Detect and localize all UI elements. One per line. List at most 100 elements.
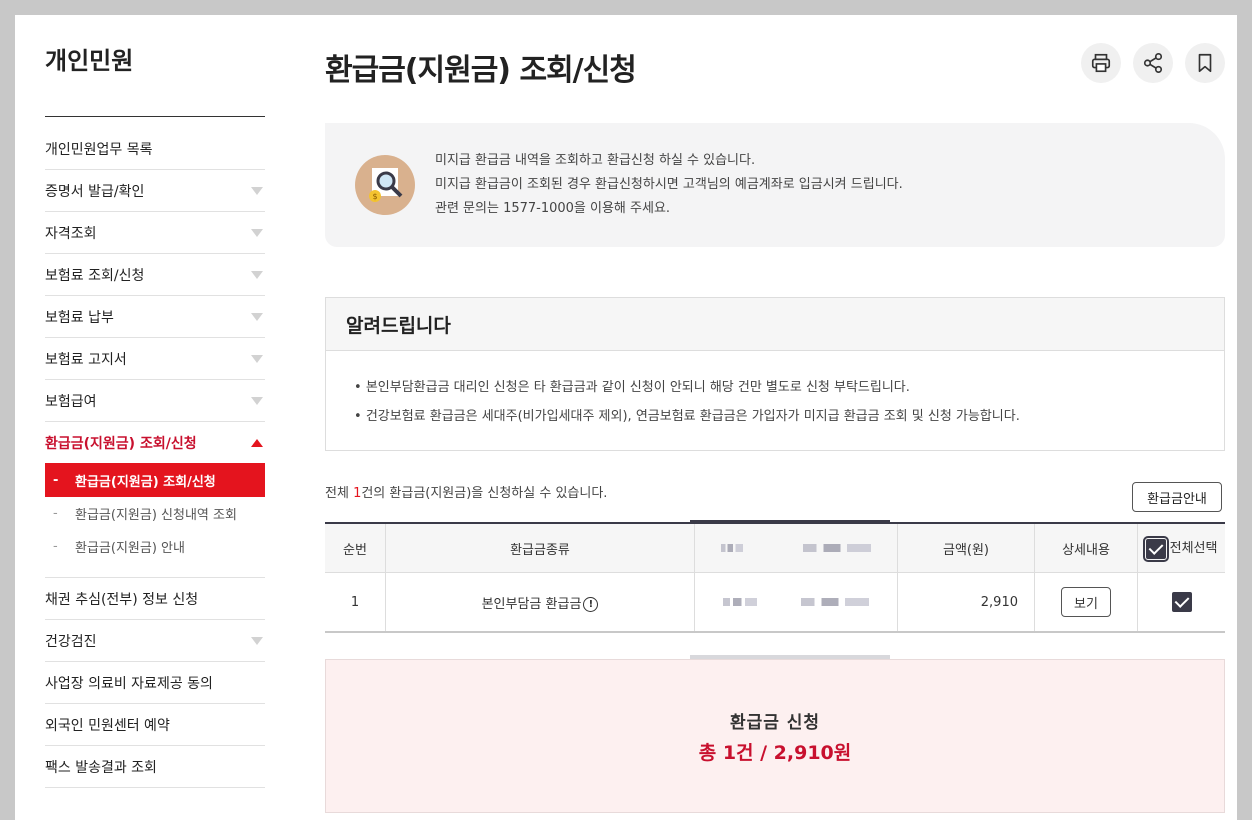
- sidebar-item-label: 환급금(지원금) 조회/신청: [45, 435, 197, 452]
- row-checkbox[interactable]: [1171, 592, 1192, 612]
- svg-text:$: $: [372, 192, 377, 201]
- info-line: 미지급 환급금이 조회된 경우 환급신청하시면 고객님의 예금계좌로 입금시켜 …: [435, 177, 903, 192]
- sidebar-item-label: 보험급여: [45, 393, 97, 410]
- header-no: 순번: [325, 522, 386, 573]
- page-container: 개인민원 개인민원업무 목록 증명서 발급/확인 자격조회 보험료 조회/신청 …: [15, 15, 1237, 820]
- sidebar-item-benefits[interactable]: 보험급여: [45, 380, 265, 422]
- select-all-label: 전체선택: [1169, 541, 1218, 557]
- sidebar-subitem-refund-guide[interactable]: - 환급금(지원금) 안내: [45, 530, 265, 563]
- search-coin-icon: $: [355, 155, 415, 215]
- count-prefix: 전체: [325, 486, 354, 501]
- notice-item: 본인부담환급금 대리인 신청은 타 환급금과 같이 신청이 안되니 해당 건만 …: [354, 373, 1224, 402]
- page-title: 환급금(지원금) 조회/신청: [325, 53, 637, 88]
- cell-masked: [694, 572, 898, 633]
- apply-label: 환급금 신청: [729, 713, 821, 733]
- share-button[interactable]: [1133, 43, 1173, 83]
- cell-type: 본인부담금 환급금!: [385, 572, 695, 633]
- dash-icon: -: [53, 539, 58, 554]
- notice-item: 건강보험료 환급금은 세대주(비가입세대주 제외), 연금보험료 환급금은 가입…: [354, 402, 1224, 431]
- refund-table: 순번 환급금종류 금액(원) 상세내용 전체선택 1 본인부담금 환급금! 2,…: [325, 522, 1225, 633]
- sidebar-item-list[interactable]: 개인민원업무 목록: [45, 128, 265, 170]
- sidebar-item-label: 채권 추심(전부) 정보 신청: [45, 591, 199, 608]
- sidebar-item-label: 건강검진: [45, 633, 97, 650]
- masked-column-bar: [690, 520, 890, 524]
- table-row: 1 본인부담금 환급금! 2,910 보기: [325, 572, 1225, 633]
- sidebar-subitem-label: 환급금(지원금) 안내: [75, 541, 185, 556]
- cell-detail: 보기: [1034, 572, 1138, 633]
- chevron-up-icon: [251, 438, 263, 447]
- header-select-all: 전체선택: [1137, 522, 1225, 573]
- sidebar-menu: 개인민원업무 목록 증명서 발급/확인 자격조회 보험료 조회/신청 보험료 납…: [45, 128, 265, 788]
- sidebar-item-foreigner-center[interactable]: 외국인 민원센터 예약: [45, 704, 265, 746]
- header-type: 환급금종류: [385, 522, 695, 573]
- bookmark-icon: [1198, 53, 1212, 73]
- masked-text: [801, 597, 869, 606]
- sidebar-item-certificate[interactable]: 증명서 발급/확인: [45, 170, 265, 212]
- apply-total: 총 1건 / 2,910원: [698, 742, 852, 764]
- sidebar-item-health-checkup[interactable]: 건강검진: [45, 620, 265, 662]
- sidebar-item-premium-payment[interactable]: 보험료 납부: [45, 296, 265, 338]
- table-header-row: 순번 환급금종류 금액(원) 상세내용 전체선택: [325, 522, 1225, 573]
- dash-icon: -: [53, 506, 58, 521]
- sidebar-item-label: 개인민원업무 목록: [45, 141, 153, 158]
- notice-title: 알려드립니다: [326, 298, 1224, 351]
- info-text: 미지급 환급금 내역을 조회하고 환급신청 하실 수 있습니다. 미지급 환급금…: [435, 149, 903, 221]
- masked-text: [723, 597, 757, 606]
- sidebar-subitem-label: 환급금(지원금) 신청내역 조회: [75, 508, 237, 523]
- sidebar-item-label: 보험료 납부: [45, 309, 114, 326]
- sidebar-item-label: 자격조회: [45, 225, 97, 242]
- sidebar-item-label: 외국인 민원센터 예약: [45, 717, 170, 734]
- sidebar-submenu: - 환급금(지원금) 조회/신청 - 환급금(지원금) 신청내역 조회 - 환급금(지…: [45, 463, 265, 578]
- sidebar-item-label: 팩스 발송결과 조회: [45, 759, 157, 776]
- header-amount: 금액(원): [897, 522, 1035, 573]
- sidebar-subitem-refund-inquiry[interactable]: - 환급금(지원금) 조회/신청: [45, 463, 265, 497]
- refund-guide-button[interactable]: 환급금안내: [1132, 482, 1222, 512]
- sidebar-subitem-label: 환급금(지원금) 조회/신청: [75, 474, 216, 490]
- chevron-down-icon: [251, 186, 263, 195]
- sidebar-subitem-refund-history[interactable]: - 환급금(지원금) 신청내역 조회: [45, 497, 265, 530]
- sidebar-item-label: 증명서 발급/확인: [45, 183, 145, 200]
- info-box: $ 미지급 환급금 내역을 조회하고 환급신청 하실 수 있습니다. 미지급 환…: [325, 123, 1225, 247]
- header-detail: 상세내용: [1034, 522, 1138, 573]
- cell-select: [1137, 572, 1225, 633]
- sidebar-item-premium-inquiry[interactable]: 보험료 조회/신청: [45, 254, 265, 296]
- dash-icon: -: [53, 472, 59, 488]
- sidebar-item-label: 보험료 고지서: [45, 351, 127, 368]
- chevron-down-icon: [251, 270, 263, 279]
- chevron-down-icon: [251, 636, 263, 645]
- sidebar-divider: [45, 116, 265, 117]
- exclamation-info-icon[interactable]: !: [583, 596, 599, 612]
- cell-amount: 2,910: [897, 572, 1035, 633]
- apply-refund-button[interactable]: 환급금 신청 총 1건 / 2,910원: [325, 659, 1225, 813]
- info-line: 관련 문의는 1577-1000을 이용해 주세요.: [435, 201, 671, 216]
- share-icon: [1143, 53, 1163, 73]
- view-detail-button[interactable]: 보기: [1061, 587, 1111, 617]
- chevron-down-icon: [251, 312, 263, 321]
- sidebar-item-debt-collection[interactable]: 채권 추심(전부) 정보 신청: [45, 578, 265, 620]
- masked-text: [803, 543, 871, 552]
- sidebar-item-medical-consent[interactable]: 사업장 의료비 자료제공 동의: [45, 662, 265, 704]
- bookmark-button[interactable]: [1185, 43, 1225, 83]
- count-suffix: 건의 환급금(지원금)을 신청하실 수 있습니다.: [361, 486, 608, 501]
- result-count-text: 전체 1건의 환급금(지원금)을 신청하실 수 있습니다.: [325, 482, 607, 501]
- sidebar-item-fax-result[interactable]: 팩스 발송결과 조회: [45, 746, 265, 788]
- select-all-checkbox[interactable]: [1142, 535, 1169, 562]
- chevron-down-icon: [251, 228, 263, 237]
- print-button[interactable]: [1081, 43, 1121, 83]
- sidebar-item-premium-notice[interactable]: 보험료 고지서: [45, 338, 265, 380]
- sidebar-item-label: 사업장 의료비 자료제공 동의: [45, 675, 213, 692]
- info-line: 미지급 환급금 내역을 조회하고 환급신청 하실 수 있습니다.: [435, 153, 756, 168]
- chevron-down-icon: [251, 396, 263, 405]
- sidebar-item-label: 보험료 조회/신청: [45, 267, 145, 284]
- sidebar-item-refund[interactable]: 환급금(지원금) 조회/신청: [45, 422, 265, 463]
- print-icon: [1091, 53, 1111, 73]
- chevron-down-icon: [251, 354, 263, 363]
- sidebar-item-eligibility[interactable]: 자격조회: [45, 212, 265, 254]
- notice-box: 알려드립니다 본인부담환급금 대리인 신청은 타 환급금과 같이 신청이 안되니…: [325, 297, 1225, 451]
- refund-type-label: 본인부담금 환급금: [481, 596, 582, 612]
- notice-list: 본인부담환급금 대리인 신청은 타 환급금과 같이 신청이 안되니 해당 건만 …: [326, 351, 1224, 431]
- sidebar-title: 개인민원: [45, 47, 134, 75]
- cell-no: 1: [325, 572, 386, 633]
- masked-text: [721, 543, 743, 552]
- top-breadcrumb-strip: [735, 0, 1215, 4]
